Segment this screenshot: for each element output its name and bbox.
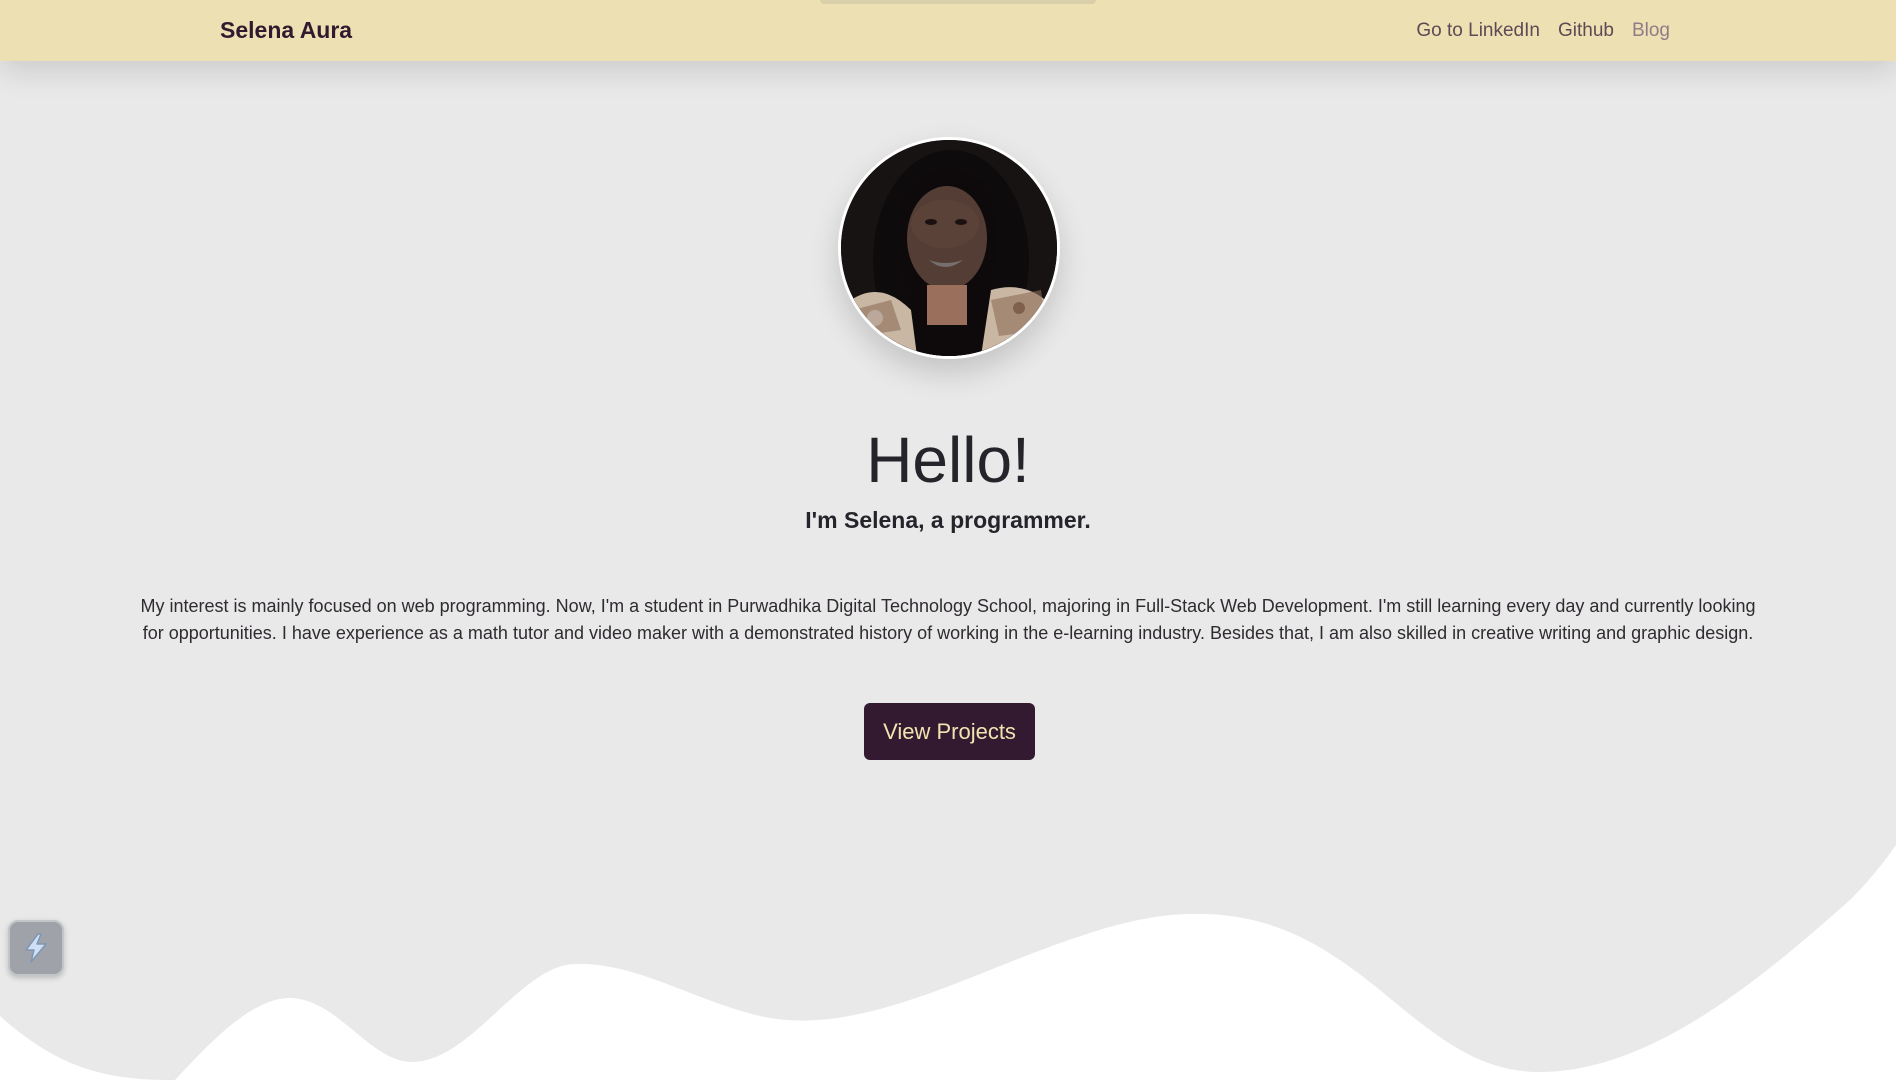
navbar: Selena Aura Go to LinkedIn Github Blog [0, 0, 1896, 61]
hero-title: Hello! [866, 424, 1030, 496]
bio-paragraph: My interest is mainly focused on web pro… [140, 596, 1756, 643]
profile-photo [838, 137, 1060, 359]
navbar-notch [820, 0, 1096, 4]
page: Selena Aura Go to LinkedIn Github Blog H… [0, 0, 1896, 1080]
nav-link-github[interactable]: Github [1558, 20, 1614, 42]
brand-logo[interactable]: Selena Aura [220, 17, 352, 44]
view-projects-button[interactable]: View Projects [864, 703, 1035, 760]
lightning-bolt-icon [25, 933, 47, 963]
nav-link-linkedin[interactable]: Go to LinkedIn [1416, 20, 1540, 42]
nav-link-blog[interactable]: Blog [1632, 20, 1670, 42]
hero-subtitle: I'm Selena, a programmer. [805, 507, 1091, 533]
nav-links: Go to LinkedIn Github Blog [1416, 20, 1670, 42]
floating-widget-button[interactable] [8, 920, 64, 976]
